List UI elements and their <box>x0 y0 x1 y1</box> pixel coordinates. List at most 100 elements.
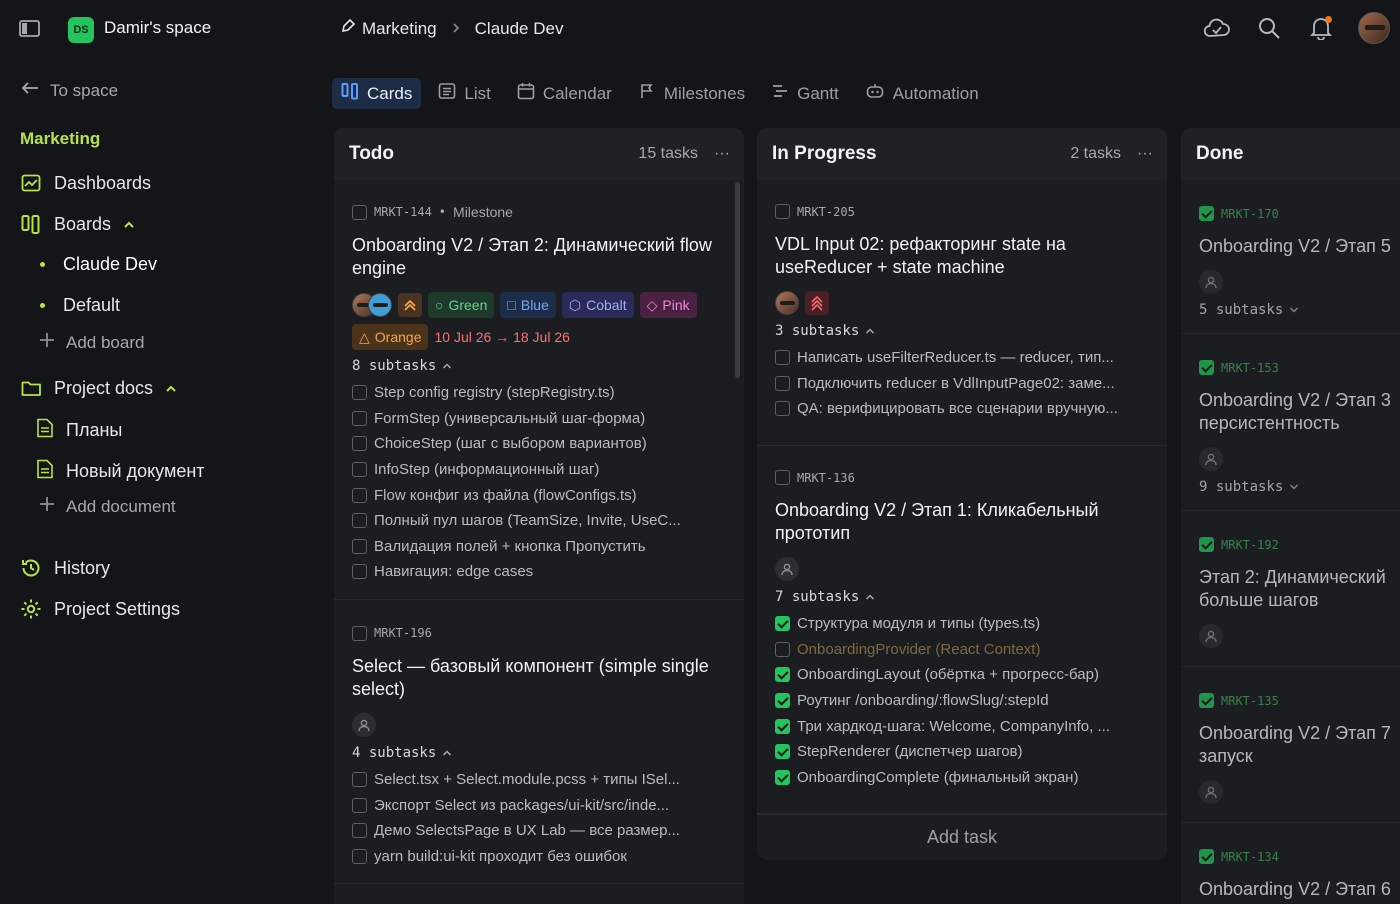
card-checkbox[interactable] <box>1199 360 1214 375</box>
card-checkbox[interactable] <box>775 204 790 219</box>
unassigned-avatar-icon[interactable] <box>1199 780 1223 804</box>
priority-high-icon[interactable] <box>398 293 422 317</box>
tag-cobalt[interactable]: ⬡ Cobalt <box>561 292 634 318</box>
unassigned-avatar-icon[interactable] <box>775 557 799 581</box>
task-card[interactable]: MRKT-144 • Milestone Onboarding V2 / Эта… <box>334 180 744 600</box>
card-title[interactable]: Onboarding V2 / Этап 2: Динамический flo… <box>352 234 726 280</box>
board-item-claude-dev[interactable]: Claude Dev <box>40 254 157 275</box>
card-title[interactable]: Onboarding V2 / Этап 1: Кликабельный про… <box>775 499 1149 545</box>
tab-milestones[interactable]: Milestones <box>629 78 754 109</box>
tag-green[interactable]: ○ Green <box>428 292 495 318</box>
tab-automation[interactable]: Automation <box>856 78 988 109</box>
subtask-checkbox[interactable] <box>775 693 790 709</box>
subtask-checkbox[interactable] <box>775 401 790 417</box>
sidebar-toggle-icon[interactable] <box>18 18 42 40</box>
assignees[interactable] <box>352 293 392 317</box>
task-card[interactable]: MRKT-135 Onboarding V2 / Этап 7 запуск <box>1181 667 1400 823</box>
search-icon[interactable] <box>1254 12 1284 44</box>
card-title[interactable]: Select — базовый компонент (simple singl… <box>352 655 726 701</box>
subtasks-toggle[interactable]: 5 subtasks <box>1199 302 1400 318</box>
to-space-link[interactable]: To space <box>20 80 118 101</box>
subtask-item[interactable]: Демо SelectsPage в UX Lab — все размер..… <box>352 818 726 844</box>
nav-project-docs[interactable]: Project docs <box>20 377 177 399</box>
subtask-item[interactable]: Step config registry (stepRegistry.ts) <box>352 380 726 406</box>
subtasks-toggle[interactable]: 4 subtasks <box>352 745 726 761</box>
task-card[interactable]: MRKT-170 Onboarding V2 / Этап 5 5 subtas… <box>1181 180 1400 334</box>
subtask-item[interactable]: Экспорт Select из packages/ui-kit/src/in… <box>352 792 726 818</box>
subtask-item[interactable]: InfoStep (информационный шаг) <box>352 457 726 483</box>
card-title[interactable]: Onboarding V2 / Этап 3 персистентность <box>1199 389 1400 435</box>
subtask-item[interactable]: Подключить reducer в VdlInputPage02: зам… <box>775 371 1149 397</box>
subtask-item[interactable]: OnboardingComplete (финальный экран) <box>775 765 1149 791</box>
subtask-checkbox[interactable] <box>775 769 790 785</box>
card-checkbox[interactable] <box>352 625 367 641</box>
card-checkbox[interactable] <box>1199 537 1214 552</box>
card-dates[interactable]: 10 Jul 26 → 18 Jul 26 <box>434 329 569 345</box>
task-card[interactable]: MRKT-134 Onboarding V2 / Этап 6 <box>1181 823 1400 904</box>
task-card[interactable]: MRKT-196 Select — базовый компонент (sim… <box>334 600 744 885</box>
subtask-item[interactable]: Три хардкод-шага: Welcome, CompanyInfo, … <box>775 713 1149 739</box>
task-card[interactable]: MRKT-136 Onboarding V2 / Этап 1: Кликабе… <box>757 446 1167 814</box>
card-checkbox[interactable] <box>1199 849 1214 864</box>
card-title[interactable]: Этап 2: Динамический больше шагов <box>1199 566 1400 612</box>
subtask-checkbox[interactable] <box>352 848 367 864</box>
cloud-check-icon[interactable] <box>1202 12 1232 44</box>
tag-pink[interactable]: ◇ Pink <box>639 292 697 318</box>
nav-boards[interactable]: Boards <box>20 213 135 235</box>
subtask-checkbox[interactable] <box>352 797 367 813</box>
nav-project-settings[interactable]: Project Settings <box>20 598 180 620</box>
card-checkbox[interactable] <box>1199 206 1214 221</box>
subtask-item[interactable]: ChoiceStep (шаг с выбором вариантов) <box>352 431 726 457</box>
subtask-checkbox[interactable] <box>352 487 367 503</box>
subtask-checkbox[interactable] <box>775 744 790 760</box>
doc-item-new[interactable]: Новый документ <box>36 459 205 484</box>
user-avatar[interactable] <box>1358 12 1390 44</box>
unassigned-avatar-icon[interactable] <box>1199 447 1223 471</box>
card-title[interactable]: VDL Input 02: рефакторинг state на useRe… <box>775 233 1149 279</box>
subtask-checkbox[interactable] <box>352 513 367 529</box>
tab-list[interactable]: List <box>429 78 499 109</box>
more-icon[interactable]: ··· <box>1137 145 1153 163</box>
scrollbar[interactable] <box>735 182 740 378</box>
breadcrumb-board[interactable]: Claude Dev <box>475 19 564 39</box>
subtask-checkbox[interactable] <box>352 564 367 580</box>
subtask-checkbox[interactable] <box>352 462 367 478</box>
task-card[interactable]: MRKT-153 Onboarding V2 / Этап 3 персисте… <box>1181 334 1400 511</box>
nav-dashboards[interactable]: Dashboards <box>20 172 151 194</box>
subtask-item[interactable]: Полный пул шагов (TeamSize, Invite, UseC… <box>352 508 726 534</box>
subtask-checkbox[interactable] <box>352 823 367 839</box>
add-task-button[interactable]: Add task <box>757 814 1167 860</box>
subtask-checkbox[interactable] <box>775 375 790 391</box>
subtask-item[interactable]: StepRenderer (диспетчер шагов) <box>775 739 1149 765</box>
tag-orange[interactable]: △ Orange <box>352 324 429 350</box>
subtask-item[interactable]: Select.tsx + Select.module.pcss + типы I… <box>352 767 726 793</box>
subtask-item[interactable]: Структура модуля и типы (types.ts) <box>775 611 1149 637</box>
tab-gantt[interactable]: Gantt <box>762 78 848 109</box>
subtask-item[interactable]: QA: верифицировать все сценарии вручную.… <box>775 396 1149 422</box>
card-title[interactable]: Onboarding V2 / Этап 5 <box>1199 235 1400 258</box>
subtask-item[interactable]: Навигация: edge cases <box>352 559 726 585</box>
tag-blue[interactable]: □ Blue <box>500 292 556 318</box>
subtask-checkbox[interactable] <box>352 538 367 554</box>
priority-urgent-icon[interactable] <box>805 291 829 315</box>
add-document-button[interactable]: Add document <box>38 495 176 518</box>
subtask-checkbox[interactable] <box>775 718 790 734</box>
card-checkbox[interactable] <box>352 204 367 220</box>
subtask-item[interactable]: OnboardingProvider (React Context) <box>775 637 1149 663</box>
space-name[interactable]: Damir's space <box>104 18 211 38</box>
subtasks-toggle[interactable]: 7 subtasks <box>775 589 1149 605</box>
subtask-checkbox[interactable] <box>352 772 367 788</box>
subtask-checkbox[interactable] <box>352 385 367 401</box>
subtask-item[interactable]: Написать useFilterReducer.ts — reducer, … <box>775 345 1149 371</box>
card-checkbox[interactable] <box>1199 693 1214 708</box>
subtask-item[interactable]: FormStep (универсальный шаг-форма) <box>352 406 726 432</box>
task-card[interactable]: MRKT-205 VDL Input 02: рефакторинг state… <box>757 180 1167 446</box>
subtask-item[interactable]: Валидация полей + кнопка Пропустить <box>352 534 726 560</box>
subtask-checkbox[interactable] <box>775 667 790 683</box>
card-checkbox[interactable] <box>775 470 790 485</box>
tab-cards[interactable]: Cards <box>332 78 422 109</box>
breadcrumb-project[interactable]: Marketing <box>340 18 437 39</box>
board-item-default[interactable]: Default <box>40 295 120 316</box>
subtask-item[interactable]: yarn build:ui-kit проходит без ошибок <box>352 844 726 870</box>
avatar[interactable] <box>775 291 799 315</box>
